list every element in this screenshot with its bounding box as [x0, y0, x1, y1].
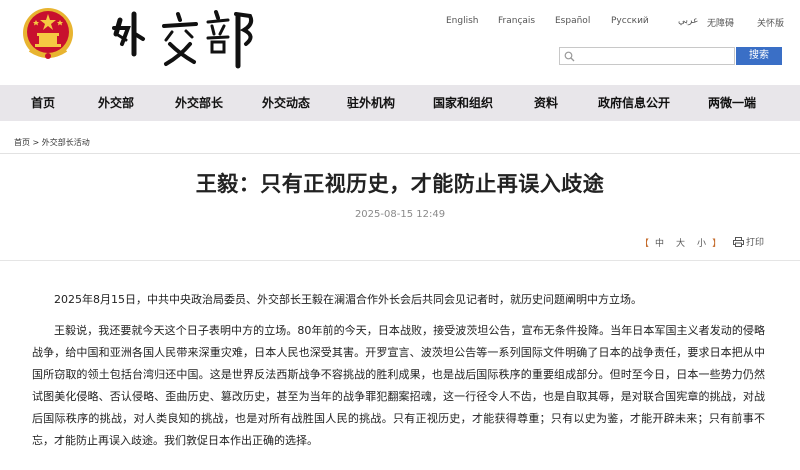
- nav-social-media[interactable]: 两微一端: [708, 85, 756, 121]
- nav-government-info[interactable]: 政府信息公开: [598, 85, 670, 121]
- size-bracket-close: 】: [712, 239, 722, 249]
- lang-spanish-link[interactable]: Español: [555, 16, 590, 26]
- search-icon: [564, 51, 575, 62]
- language-switcher: English Français Español Русский عربي 无障…: [430, 16, 800, 30]
- lang-russian-link[interactable]: Русский: [611, 16, 649, 26]
- nav-missions-abroad[interactable]: 驻外机构: [347, 85, 395, 121]
- accessibility-link[interactable]: 无障碍: [707, 16, 734, 29]
- search-button[interactable]: 搜索: [736, 47, 782, 65]
- main-navigation: 首页 外交部 外交部长 外交动态 驻外机构 国家和组织 资料 政府信息公开 两微…: [0, 85, 800, 121]
- breadcrumb-home[interactable]: 首页: [14, 138, 30, 147]
- breadcrumb-separator: >: [32, 138, 40, 147]
- divider: [0, 260, 800, 261]
- article-paragraph: 2025年8月15日，中共中央政治局委员、外交部长王毅在澜湄合作外长会后共同会见…: [54, 293, 642, 306]
- article-paragraph: 王毅说，我还要就今天这个日子表明中方的立场。80年前的今天，日本战败，接受波茨坦…: [32, 324, 765, 447]
- nav-resources[interactable]: 资料: [534, 85, 558, 121]
- font-size-controls: 【中 大 小】: [640, 236, 721, 249]
- article-title: 王毅：只有正视历史，才能防止再误入歧途: [195, 172, 605, 196]
- breadcrumb: 首页 > 外交部长活动: [14, 137, 90, 148]
- font-size-medium-button[interactable]: 大: [676, 239, 685, 249]
- lang-english-link[interactable]: English: [446, 16, 479, 26]
- nav-ministry[interactable]: 外交部: [98, 85, 134, 121]
- publish-date: 2025-08-15 12:49: [354, 209, 446, 220]
- breadcrumb-current[interactable]: 外交部长活动: [42, 138, 90, 147]
- nav-home[interactable]: 首页: [31, 85, 55, 121]
- print-button[interactable]: 打印: [733, 235, 764, 248]
- lang-french-link[interactable]: Français: [498, 16, 535, 26]
- national-emblem-icon[interactable]: [22, 6, 74, 62]
- font-size-large-button[interactable]: 中: [655, 239, 664, 249]
- size-bracket-open: 【: [640, 239, 650, 249]
- search-input[interactable]: [578, 49, 732, 63]
- site-header: English Français Español Русский عربي 无障…: [0, 0, 800, 80]
- search-box: [559, 47, 735, 65]
- elderly-care-mode-link[interactable]: 关怀版: [757, 16, 784, 29]
- divider: [0, 153, 800, 154]
- lang-arabic-link[interactable]: عربي: [678, 16, 698, 26]
- print-label: 打印: [746, 238, 765, 248]
- ministry-calligraphy-logo[interactable]: [108, 4, 258, 70]
- font-size-small-button[interactable]: 小: [697, 239, 706, 249]
- nav-countries-organizations[interactable]: 国家和组织: [433, 85, 493, 121]
- nav-minister[interactable]: 外交部长: [175, 85, 223, 121]
- nav-diplomatic-news[interactable]: 外交动态: [262, 85, 310, 121]
- printer-icon: [733, 237, 744, 247]
